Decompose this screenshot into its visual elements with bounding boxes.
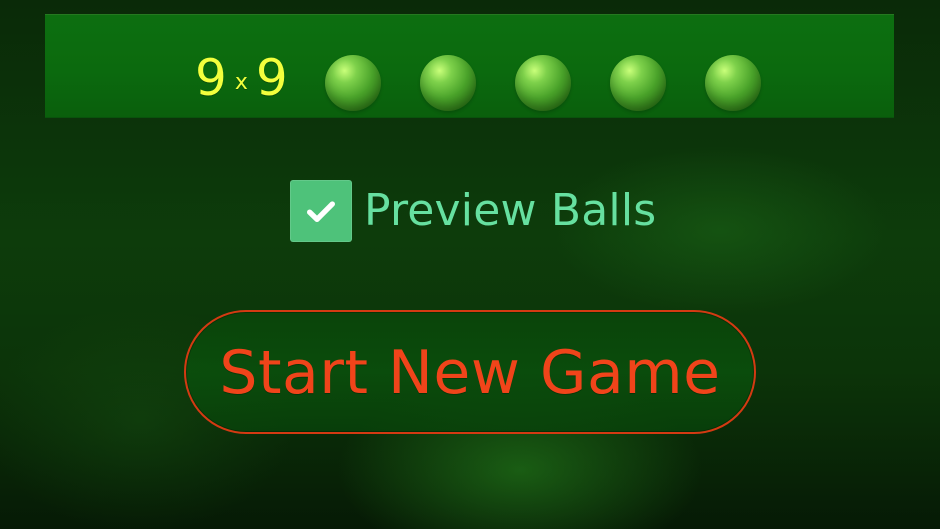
ball-count-1-icon[interactable] [325,55,381,111]
board-size-times: x [234,70,248,95]
ball-count-2-icon[interactable] [420,55,476,111]
board-size-selector[interactable]: 9 x 9 [195,53,288,109]
preview-balls-option[interactable]: Preview Balls [290,180,656,242]
board-size-cols: 9 [255,49,288,107]
board-size-rows: 9 [195,49,227,107]
ball-count-5-icon[interactable] [705,55,761,111]
preview-balls-label: Preview Balls [364,185,657,236]
ball-count-4-icon[interactable] [610,55,666,111]
checkmark-icon [307,201,335,222]
start-new-game-label: Start New Game [219,338,721,408]
preview-balls-checkbox[interactable] [290,180,352,242]
start-new-game-button[interactable]: Start New Game [184,310,756,434]
ball-count-3-icon[interactable] [515,55,571,111]
board-settings-bar: 9 x 9 [45,14,894,118]
